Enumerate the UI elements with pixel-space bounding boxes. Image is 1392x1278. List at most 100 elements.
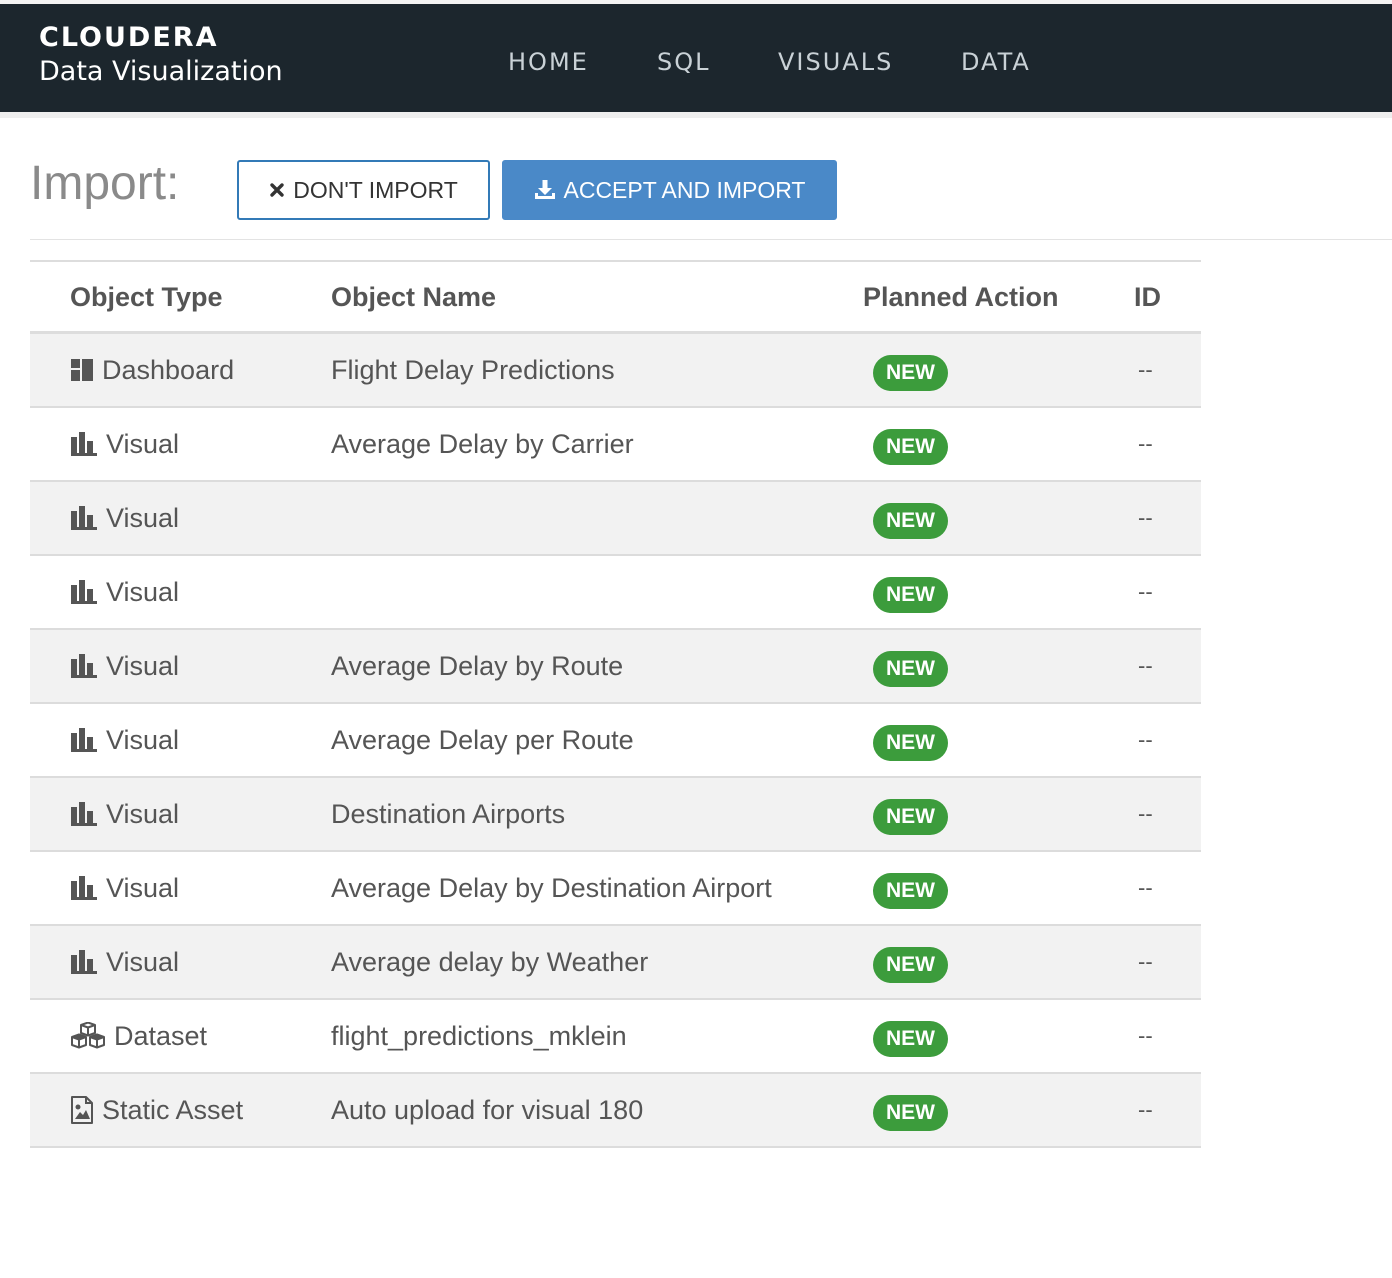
status-badge: NEW [873,873,948,909]
status-badge: NEW [873,355,948,391]
table-row: Static Asset Auto upload for visual 180 NE… [30,1074,1201,1148]
nav-home[interactable]: HOME [508,48,589,76]
cell-object-name: Average Delay by Carrier [331,428,634,459]
cell-planned-action: NEW [873,1000,948,1072]
cell-id: -- [1138,653,1153,678]
status-badge: NEW [873,503,948,539]
accept-and-import-button[interactable]: ACCEPT AND IMPORT [502,160,837,220]
cell-object-name: Average Delay per Route [331,724,634,755]
nav-visuals[interactable]: VISUALS [778,48,893,76]
table-row: Visual NEW -- [30,482,1201,556]
col-id[interactable]: ID [1134,282,1161,313]
cell-planned-action: NEW [873,408,948,480]
cell-object-name: Destination Airports [331,798,566,829]
cell-object-type: Visual [70,778,179,850]
cell-object-name: Flight Delay Predictions [331,354,615,385]
cell-planned-action: NEW [873,704,948,776]
app-header: CLOUDERA Data Visualization HOME SQL VIS… [0,4,1392,112]
cell-planned-action: NEW [873,556,948,628]
cell-planned-action: NEW [873,482,948,554]
cell-planned-action: NEW [873,778,948,850]
cell-id: -- [1138,505,1153,530]
col-object-name[interactable]: Object Name [331,282,496,313]
dataset-cubes-icon [70,1022,106,1050]
object-type-label: Visual [106,872,180,903]
cell-object-type: Visual [70,926,179,998]
bar-chart-icon [70,653,98,679]
dont-import-label: DON'T IMPORT [293,176,458,203]
accept-and-import-label: ACCEPT AND IMPORT [563,176,806,203]
cell-object-type: Static Asset [70,1074,243,1146]
bar-chart-icon [70,505,98,531]
dashboard-icon [70,358,94,382]
nav-data[interactable]: DATA [961,48,1031,76]
status-badge: NEW [873,725,948,761]
object-type-label: Visual [106,946,180,977]
status-badge: NEW [873,1021,948,1057]
dont-import-button[interactable]: DON'T IMPORT [237,160,490,220]
status-badge: NEW [873,651,948,687]
bar-chart-icon [70,875,98,901]
object-type-label: Visual [106,502,180,533]
download-icon [534,179,556,201]
cloudera-logo: CLOUDERA [39,22,219,53]
import-objects-table: Object Type Object Name Planned Action I… [30,260,1201,1148]
cell-id: -- [1138,1097,1153,1122]
cell-id: -- [1138,949,1153,974]
object-type-label: Visual [106,724,180,755]
table-row: Visual Destination Airports NEW -- [30,778,1201,852]
object-type-label: Visual [106,576,180,607]
image-file-icon [70,1096,94,1124]
cell-object-type: Visual [70,408,179,480]
cell-planned-action: NEW [873,630,948,702]
bar-chart-icon [70,579,98,605]
close-icon [269,182,285,198]
cell-object-type: Dashboard [70,334,234,406]
cell-object-name: Average delay by Weather [331,946,649,977]
cell-id: -- [1138,1023,1153,1048]
cell-object-name: Average Delay by Destination Airport [331,872,772,903]
import-title: Import: [30,157,180,210]
bar-chart-icon [70,801,98,827]
object-type-label: Visual [106,798,180,829]
cell-planned-action: NEW [873,852,948,924]
table-row: Visual Average Delay by Route NEW -- [30,630,1201,704]
table-row: Visual Average delay by Weather NEW -- [30,926,1201,1000]
cell-id: -- [1138,727,1153,752]
cell-id: -- [1138,875,1153,900]
table-row: Visual Average Delay per Route NEW -- [30,704,1201,778]
status-badge: NEW [873,799,948,835]
nav-sql[interactable]: SQL [657,48,711,76]
table-header: Object Type Object Name Planned Action I… [30,260,1201,334]
status-badge: NEW [873,577,948,613]
object-type-label: Visual [106,428,180,459]
object-type-label: Dataset [114,1020,208,1051]
object-type-label: Dashboard [102,354,235,385]
bar-chart-icon [70,727,98,753]
toolbar-divider [30,239,1392,240]
col-object-type[interactable]: Object Type [70,282,223,313]
cell-id: -- [1138,357,1153,382]
bar-chart-icon [70,949,98,975]
table-row: Visual Average Delay by Destination Airpo… [30,852,1201,926]
table-row: Visual Average Delay by Carrier NEW -- [30,408,1201,482]
col-planned-action[interactable]: Planned Action [863,282,1059,313]
cell-object-type: Visual [70,704,179,776]
brand[interactable]: CLOUDERA Data Visualization [39,22,283,88]
header-underbar [0,112,1392,118]
status-badge: NEW [873,1095,948,1131]
table-row: Dashboard Flight Delay Predictions NEW -- [30,334,1201,408]
status-badge: NEW [873,429,948,465]
object-type-label: Visual [106,650,180,681]
cell-id: -- [1138,431,1153,456]
cell-object-type: Visual [70,482,179,554]
cell-object-type: Dataset [70,1000,207,1072]
cell-object-name: Average Delay by Route [331,650,624,681]
status-badge: NEW [873,947,948,983]
cell-object-type: Visual [70,630,179,702]
table-row: Visual NEW -- [30,556,1201,630]
table-row: Dataset flight_predictions_mklein NEW -- [30,1000,1201,1074]
cell-object-type: Visual [70,852,179,924]
cell-id: -- [1138,801,1153,826]
product-name: Data Visualization [39,56,283,87]
